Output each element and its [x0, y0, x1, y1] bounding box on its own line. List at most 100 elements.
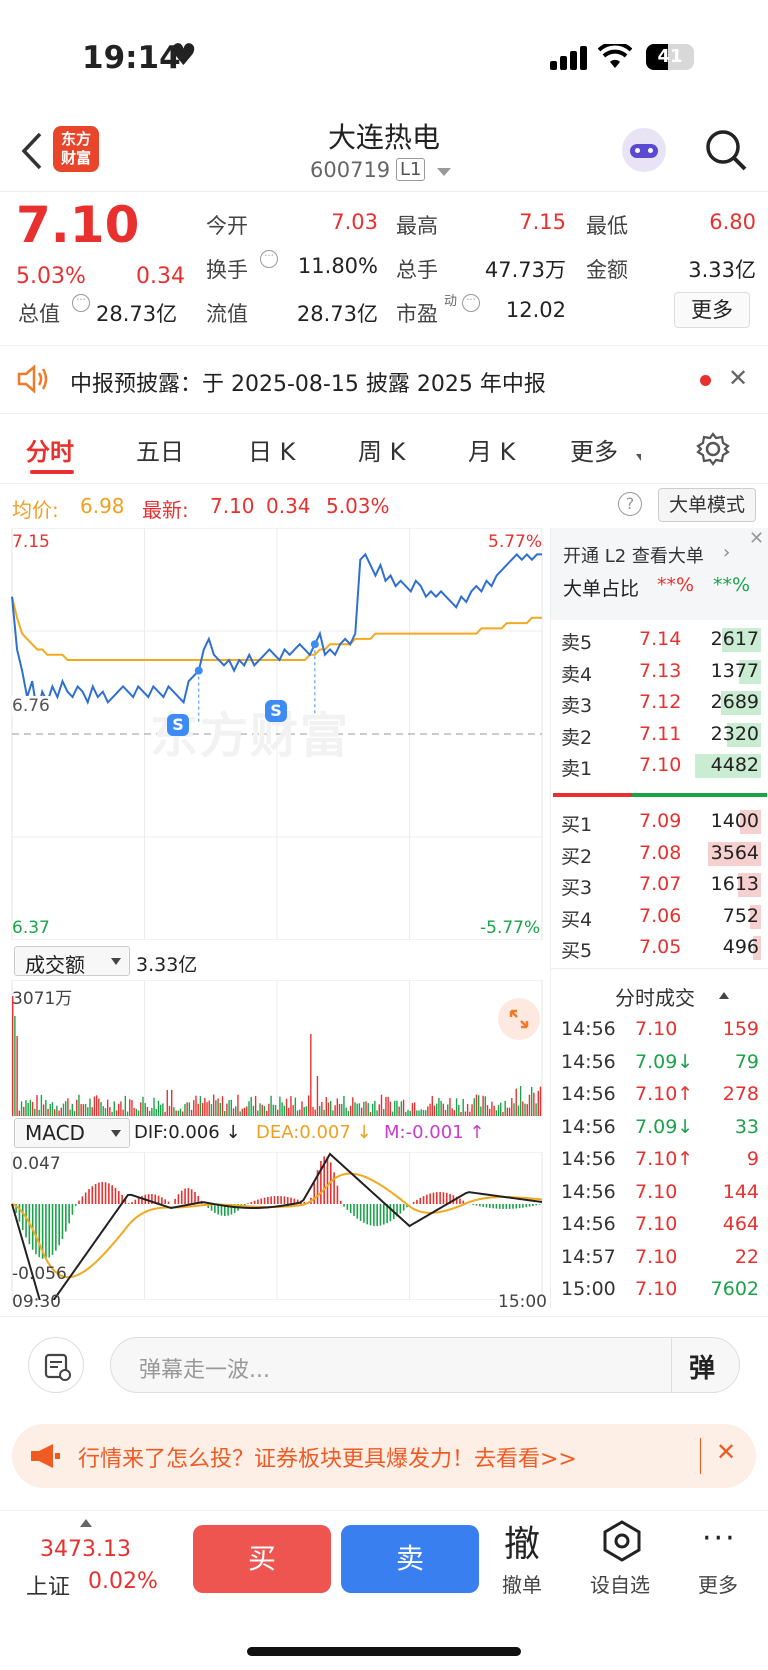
more-dots-icon[interactable]: ··· [702, 1521, 737, 1556]
tab-intraday[interactable]: 分时 [26, 432, 74, 467]
close-icon[interactable]: ✕ [716, 1438, 736, 1466]
more-button[interactable]: 更多 [674, 292, 750, 328]
volume-chart[interactable]: 成交额 3.33亿 3071万 [0, 940, 548, 1116]
volume-bar [385, 1096, 387, 1116]
macd-chart[interactable]: MACD DIF:0.006 ↓ DEA:0.007 ↓ M:-0.001 ↑ … [0, 1116, 548, 1312]
volume-bar [162, 1103, 164, 1116]
level-badge[interactable]: L1 [396, 158, 426, 181]
order-book-row[interactable]: 买5 7.05 496 [551, 932, 768, 962]
intraday-chart[interactable]: 东方财富 7.15 5.77% 6.76 6.37 -5.77% S S [0, 528, 548, 940]
sell-button[interactable]: 卖 [341, 1525, 479, 1593]
macd-indicator-select[interactable]: MACD [14, 1118, 130, 1148]
tab-weekly-k[interactable]: 周 K [358, 432, 405, 467]
tick-row: 15:00 7.10 7602 [551, 1274, 768, 1304]
volume-bar [524, 1103, 526, 1116]
volume-bar [100, 1102, 102, 1116]
volume-bar [95, 1095, 98, 1116]
macd-bar [489, 1204, 491, 1208]
tick-volume: 79 [734, 1050, 759, 1073]
order-book-panel: 开通 L2 查看大单 › 大单占比 **% **% ✕ 卖5 7.14 2617… [550, 528, 768, 1308]
macd-bar [84, 1192, 87, 1204]
macd-bar [402, 1204, 405, 1211]
tab-daily-k[interactable]: 日 K [248, 432, 295, 467]
megaphone-icon [31, 1444, 60, 1468]
notes-icon[interactable] [28, 1337, 84, 1393]
close-icon[interactable]: ✕ [749, 528, 764, 549]
order-book-row[interactable]: 卖5 7.14 2617 [551, 624, 768, 654]
macd-bar [98, 1182, 100, 1204]
macd-bar [356, 1204, 359, 1219]
chevron-up-icon[interactable] [80, 1519, 92, 1527]
order-book-row[interactable]: 卖4 7.13 1377 [551, 656, 768, 686]
more-label[interactable]: 更多 [698, 1569, 738, 1598]
volume-bar [349, 1105, 352, 1116]
big-order-mode-button[interactable]: 大单模式 [658, 488, 756, 522]
index-pct[interactable]: 0.02% [88, 1569, 158, 1594]
add-watchlist-icon[interactable] [600, 1519, 644, 1563]
macd-bar [58, 1204, 60, 1246]
order-book-row[interactable]: 买2 7.08 3564 [551, 838, 768, 868]
tab-monthly-k[interactable]: 月 K [468, 432, 515, 467]
ad-banner[interactable]: 行情来了怎么投？证券板块更具爆发力！去看看>> ✕ [12, 1424, 756, 1488]
macd-bar [492, 1204, 494, 1209]
eastmoney-logo[interactable]: 东方 财富 [53, 126, 99, 172]
index-value[interactable]: 3473.13 [40, 1537, 131, 1562]
ticks-title[interactable]: 分时成交 [615, 982, 695, 1011]
tab-five-day[interactable]: 五日 [136, 432, 184, 467]
index-name[interactable]: 上证 [26, 1569, 70, 1601]
order-book-row[interactable]: 卖2 7.11 2320 [551, 719, 768, 749]
l2-promo[interactable]: 开通 L2 查看大单 › 大单占比 **% **% ✕ [551, 528, 768, 620]
volume-bar [102, 1106, 104, 1116]
robot-avatar-icon[interactable] [622, 128, 666, 172]
volume-bar [252, 1105, 255, 1116]
back-arrow-icon[interactable] [18, 132, 44, 170]
volume-bar [511, 1098, 513, 1116]
volume-bar [166, 1090, 168, 1116]
danmaku-input[interactable]: 弹幕走一波... 弹 [110, 1337, 740, 1393]
chevron-down-icon [636, 454, 641, 461]
macd-bottom-label: -0.056 [12, 1264, 67, 1284]
order-book-row[interactable]: 买4 7.06 752 [551, 901, 768, 931]
danmaku-toggle-icon[interactable]: 弹 [689, 1348, 715, 1385]
expand-icon[interactable] [498, 998, 540, 1040]
order-book-row[interactable]: 买1 7.09 1400 [551, 806, 768, 836]
s-marker-icon[interactable]: S [167, 714, 189, 736]
info-icon[interactable]: ··· [72, 294, 90, 312]
y-bottom-label: 6.37 [12, 918, 50, 938]
order-book-row[interactable]: 卖3 7.12 2689 [551, 687, 768, 717]
order-book-row[interactable]: 买3 7.07 1613 [551, 869, 768, 899]
notice-bar[interactable]: 中报预披露：于 2025-08-15 披露 2025 年中报 ✕ [0, 346, 768, 414]
add-watchlist-label[interactable]: 设自选 [590, 1569, 650, 1598]
level-price: 7.06 [639, 904, 682, 927]
stock-name: 大连热电 [327, 121, 440, 154]
volume-bar [288, 1107, 290, 1116]
macd-bar [194, 1191, 196, 1204]
cancel-order-icon[interactable]: 撤 [504, 1515, 540, 1567]
cancel-order-label[interactable]: 撤单 [502, 1569, 542, 1598]
tick-time: 14:56 [561, 1050, 616, 1073]
volume-bar [89, 1098, 91, 1116]
help-icon[interactable]: ? [618, 492, 642, 516]
close-icon[interactable]: ✕ [728, 364, 748, 392]
tab-more[interactable]: 更多 [570, 432, 618, 467]
volume-indicator-select[interactable]: 成交额 [14, 946, 130, 977]
s-marker-icon[interactable]: S [265, 700, 287, 722]
dropdown-icon[interactable] [437, 168, 451, 176]
volume-bar [387, 1096, 389, 1116]
volume-bar [343, 1096, 345, 1116]
avg-value: 6.98 [80, 494, 125, 518]
buy-button[interactable]: 买 [193, 1525, 331, 1593]
chevron-up-icon[interactable] [719, 992, 729, 999]
volume-bar [537, 1090, 539, 1116]
chevron-down-icon [111, 958, 121, 965]
tick-time: 14:56 [561, 1148, 616, 1170]
order-book-row[interactable]: 卖1 7.10 4482 [551, 750, 768, 780]
gear-icon[interactable] [696, 432, 730, 466]
volume-bar [42, 1104, 45, 1116]
search-icon[interactable] [704, 128, 748, 172]
info-icon[interactable]: ··· [260, 250, 278, 268]
volume-bar [184, 1104, 186, 1116]
volume-bar [354, 1102, 356, 1116]
macd-bar [118, 1191, 120, 1204]
macd-dea: DEA:0.007 ↓ [256, 1122, 372, 1143]
